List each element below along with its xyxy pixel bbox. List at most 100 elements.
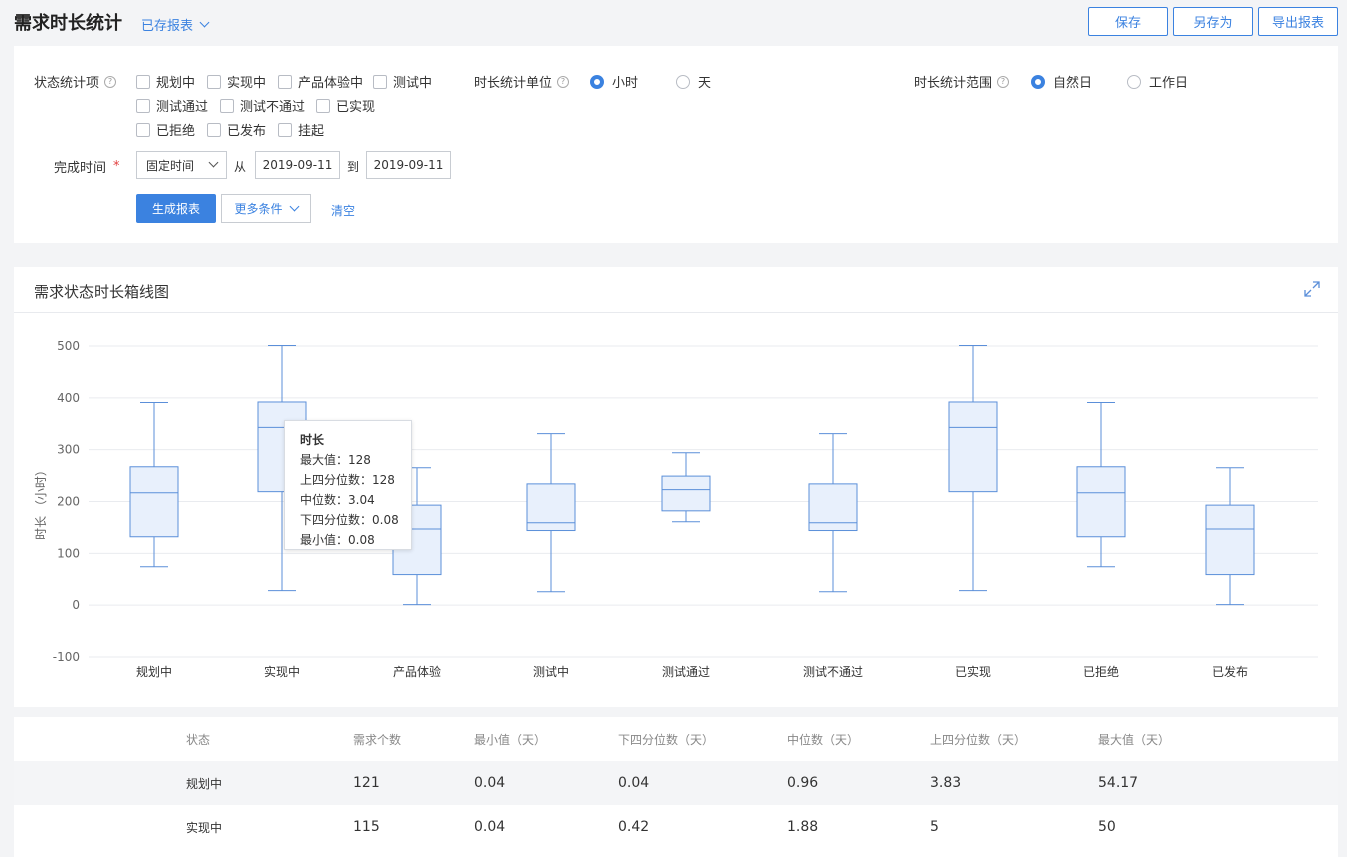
box-iqr [808, 483, 858, 532]
checkbox-label: 已拒绝 [156, 124, 196, 139]
radio-label: 小时 [612, 76, 639, 91]
checkbox-box[interactable] [278, 122, 292, 137]
checkbox-box[interactable] [220, 98, 234, 113]
filter-panel: 状态统计项 ? 规划中 实现中 产品体验中 测试中 测试通过 测试不通过 已实现… [14, 46, 1338, 243]
tooltip-line: 中位数：3.04 [300, 493, 375, 507]
radio-unit-hour[interactable]: 小时 [590, 72, 638, 91]
time-mode-select[interactable]: 固定时间 [136, 151, 227, 179]
help-icon[interactable]: ? [557, 75, 570, 88]
radio-range-natural-day[interactable]: 自然日 [1031, 72, 1092, 91]
box-iqr [1076, 466, 1126, 538]
table-cell: 121 [353, 775, 380, 791]
checkbox-box[interactable] [373, 74, 387, 89]
radio-range-workday[interactable]: 工作日 [1127, 72, 1188, 91]
table-cell: 0.04 [618, 775, 650, 791]
checkbox-box[interactable] [136, 74, 150, 89]
to-label: 到 [347, 160, 360, 174]
checkbox-status-0[interactable]: 规划中 [136, 72, 195, 91]
date-from-input[interactable]: 2019-09-11 [255, 151, 340, 179]
help-icon[interactable]: ? [104, 75, 117, 88]
tooltip-title: 时长 [300, 433, 325, 447]
x-tick-label: 已拒绝 [1083, 664, 1119, 679]
page-title: 需求时长统计 [14, 13, 122, 34]
checkbox-box[interactable] [136, 122, 150, 137]
box-iqr [526, 483, 576, 532]
box-iqr [661, 475, 711, 512]
checkbox-label: 实现中 [227, 76, 267, 91]
radio-checked[interactable] [590, 74, 604, 89]
tooltip-line: 最小值：0.08 [300, 533, 375, 547]
radio-unchecked[interactable] [676, 74, 690, 89]
stats-table: 状态 需求个数 最小值（天） 下四分位数（天） 中位数（天） 上四分位数（天） … [14, 717, 1338, 857]
table-cell: 0.42 [618, 819, 650, 835]
chevron-down-icon [289, 201, 299, 211]
table-cell: 3.83 [930, 775, 962, 791]
checkbox-box[interactable] [136, 98, 150, 113]
chart-divider [14, 312, 1338, 313]
clear-link[interactable]: 清空 [331, 202, 355, 219]
table-cell: 0.96 [787, 775, 819, 791]
save-button[interactable]: 保存 [1088, 7, 1168, 36]
boxplot-chart: -100 0 100 200 300 400 500 时长 （小时） 规划中 实现中 产品体验 测试中… [34, 339, 1318, 679]
checkbox-label: 规划中 [156, 76, 196, 91]
y-tick-label: -100 [53, 650, 80, 664]
y-tick-label: 200 [57, 495, 80, 509]
expand-icon[interactable] [1304, 281, 1320, 297]
checkbox-status-7[interactable]: 已拒绝 [136, 120, 195, 139]
checkbox-box[interactable] [278, 74, 292, 89]
export-report-button[interactable]: 导出报表 [1258, 7, 1338, 36]
help-icon[interactable]: ? [997, 75, 1010, 88]
y-tick-label: 300 [57, 443, 80, 457]
x-tick-label: 规划中 [136, 664, 172, 679]
table-header-cell: 最小值（天） [474, 732, 547, 747]
radio-label: 工作日 [1149, 76, 1189, 91]
chart-panel: -100 0 100 200 300 400 500 时长 （小时） 规划中 实现中 产品体验 测试中… [14, 267, 1338, 707]
table-cell: 0.04 [474, 819, 506, 835]
table-cell: 54.17 [1098, 775, 1139, 791]
box-iqr [1205, 504, 1255, 576]
tooltip-line: 最大值：128 [300, 453, 371, 467]
table-header-cell: 中位数（天） [787, 732, 860, 747]
radio-label: 自然日 [1053, 76, 1093, 91]
checkbox-status-8[interactable]: 已发布 [207, 120, 266, 139]
x-tick-label: 测试不通过 [803, 664, 863, 679]
more-conditions-button[interactable]: 更多条件 [221, 194, 311, 223]
more-conditions-label: 更多条件 [234, 202, 283, 216]
checkbox-status-5[interactable]: 测试不通过 [220, 96, 305, 115]
checkbox-status-6[interactable]: 已实现 [316, 96, 375, 115]
status-items-label: 状态统计项 ? [34, 72, 117, 91]
completion-time-label: 完成时间 * [54, 157, 120, 176]
checkbox-status-9[interactable]: 挂起 [278, 120, 324, 139]
checkbox-status-2[interactable]: 产品体验中 [278, 72, 363, 91]
table-row[interactable]: 实现中 115 0.04 0.42 1.88 5 50 [14, 805, 1338, 849]
table-cell: 50 [1098, 819, 1116, 835]
checkbox-status-3[interactable]: 测试中 [373, 72, 432, 91]
table-row[interactable]: 规划中 121 0.04 0.04 0.96 3.83 54.17 [14, 761, 1338, 805]
status-items-label-text: 状态统计项 [34, 76, 100, 91]
checkbox-label: 已实现 [336, 100, 376, 115]
radio-unit-day[interactable]: 天 [676, 72, 711, 91]
checkbox-label: 测试通过 [156, 100, 209, 115]
table-header-cell: 需求个数 [353, 732, 402, 747]
save-as-button[interactable]: 另存为 [1173, 7, 1253, 36]
table-header-cell: 下四分位数（天） [618, 732, 715, 747]
chevron-down-icon [208, 157, 219, 168]
checkbox-box[interactable] [207, 74, 221, 89]
time-mode-value: 固定时间 [146, 158, 195, 173]
table-header-cell: 最大值（天） [1098, 732, 1171, 747]
checkbox-status-4[interactable]: 测试通过 [136, 96, 208, 115]
y-tick-label: 500 [57, 339, 80, 353]
checkbox-box[interactable] [316, 98, 330, 113]
required-mark: * [113, 159, 120, 174]
checkbox-status-1[interactable]: 实现中 [207, 72, 266, 91]
checkbox-box[interactable] [207, 122, 221, 137]
saved-reports-dropdown[interactable]: 已存报表 [141, 15, 210, 34]
checkbox-label: 测试不通过 [240, 100, 306, 115]
table-header-row: 状态 需求个数 最小值（天） 下四分位数（天） 中位数（天） 上四分位数（天） … [14, 717, 1338, 761]
date-to-input[interactable]: 2019-09-11 [366, 151, 451, 179]
radio-checked[interactable] [1031, 74, 1045, 89]
y-tick-label: 0 [72, 598, 80, 612]
generate-report-button[interactable]: 生成报表 [136, 194, 216, 223]
radio-unchecked[interactable] [1127, 74, 1141, 89]
unit-label: 时长统计单位 ? [474, 72, 570, 91]
